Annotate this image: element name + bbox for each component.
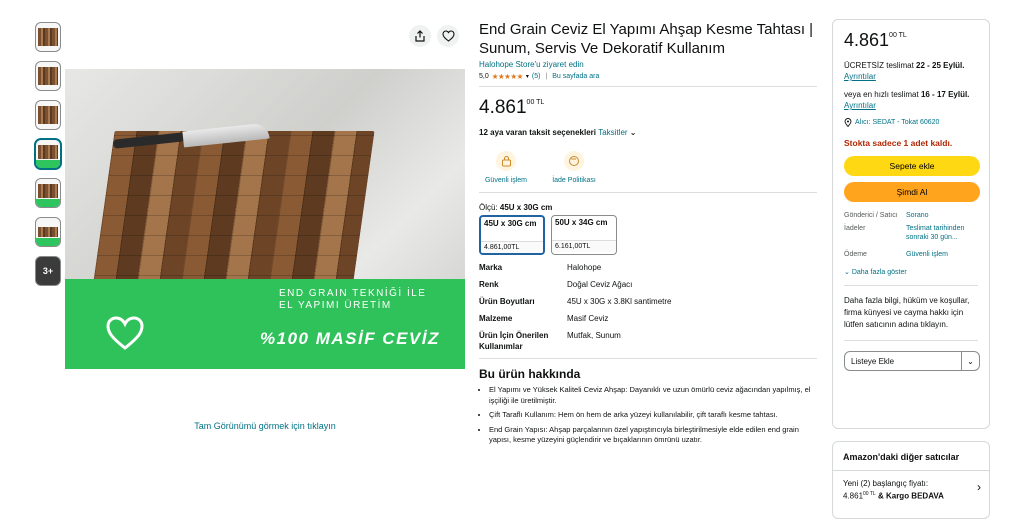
other-sellers-title: Amazon'daki diğer satıcılar (833, 442, 989, 471)
divider (479, 86, 817, 87)
more-images-button[interactable]: 3+ (35, 256, 61, 286)
spec-table: Marka Halohope Renk Doğal Ceviz Ağacı Ürün… (479, 262, 817, 352)
thumbnail[interactable] (35, 178, 61, 208)
chevron-down-icon: ⌄ (961, 352, 979, 370)
installments: 12 aya varan taksit seçenekleri Taksitle… (479, 128, 817, 137)
seller-link[interactable]: Sorano (906, 211, 976, 220)
search-page-link[interactable]: Bu sayfada ara (552, 73, 599, 80)
chevron-down-icon[interactable]: ⌄ (630, 128, 637, 137)
info-row: Ödeme Güvenli işlem (844, 250, 978, 259)
payment-link[interactable]: Güvenli işlem (906, 250, 976, 259)
legal-info: Daha fazla bilgi, hüküm ve koşullar, fir… (844, 296, 970, 329)
divider (479, 192, 817, 193)
list-item: End Grain Yapısı: Ahşap parçalarının öze… (489, 425, 817, 446)
size-option[interactable]: 45U x 30G cm 4.861,00TL (479, 215, 545, 255)
returns-link[interactable]: Teslimat tarihinden sonraki 30 gün... (906, 224, 976, 242)
installments-text: 12 aya varan taksit seçenekleri (479, 128, 596, 137)
spec-row: Ürün Boyutları 45U x 30G x 3.8Kl santimet… (479, 297, 672, 306)
show-more-link[interactable]: ⌄ Daha fazla göster (844, 268, 978, 276)
price-whole: 4.861 (479, 97, 527, 118)
info-row: Gönderici / Satıcı Sorano (844, 211, 978, 220)
delivery-location[interactable]: Alıcı: SEDAT - Tokat 60620 (844, 118, 978, 127)
trust-badges: Güvenli işlem İade Politikası (479, 151, 817, 184)
divider (844, 285, 978, 286)
badge-label: Güvenli işlem (484, 177, 527, 184)
size-option-name: 45U x 30G cm (484, 219, 537, 228)
size-option-name: 50U x 34G cm (555, 218, 608, 227)
full-view-link[interactable]: Tam Görünümü görmek için tıklayın (65, 421, 465, 431)
thumbnail[interactable] (35, 61, 61, 91)
promo-headline: %100 MASİF CEVİZ (260, 329, 440, 348)
about-title: Bu ürün hakkında (479, 367, 581, 381)
review-count-link[interactable]: (5) (532, 73, 541, 80)
chevron-right-icon: › (977, 480, 981, 494)
thumbnail[interactable] (35, 22, 61, 52)
size-option-price: 4.861,00TL (481, 241, 543, 253)
divider (844, 340, 978, 341)
promo-line-1: END GRAIN TEKNİĞİ İLE (279, 288, 427, 299)
star-rating-icon[interactable]: ★★★★★ (492, 72, 524, 81)
divider (479, 358, 817, 359)
list-item: El Yapımı ve Yüksek Kaliteli Ceviz Ahşap… (489, 385, 817, 406)
buybox-price: 4.861 00 TL (844, 30, 907, 50)
product-title: End Grain Ceviz El Yapımı Ahşap Kesme Ta… (479, 21, 814, 57)
separator: | (545, 73, 548, 80)
share-button[interactable] (409, 25, 431, 47)
add-to-cart-button[interactable]: Sepete ekle (844, 156, 980, 176)
chevron-down-icon[interactable]: ▾ (526, 73, 529, 80)
heart-outline-icon (106, 316, 144, 350)
chevron-down-icon: ⌄ (844, 269, 850, 276)
installments-link[interactable]: Taksitler (598, 128, 627, 137)
add-to-list-dropdown[interactable]: Listeye Ekle ⌄ (844, 351, 980, 371)
price: 4.861 00 TL (479, 97, 817, 119)
like-button[interactable] (437, 25, 459, 47)
spec-row: Renk Doğal Ceviz Ağacı (479, 280, 633, 289)
heart-icon (441, 30, 455, 42)
thumbnail-strip: 3+ (35, 22, 61, 295)
return-icon (564, 151, 584, 171)
size-option[interactable]: 50U x 34G cm 6.161,00TL (551, 215, 617, 255)
share-icon (415, 30, 425, 42)
list-item: Çift Taraflı Kullanım: Hem ön hem de ark… (489, 410, 817, 421)
cutting-board-image (91, 131, 375, 296)
spec-row: Ürün İçin Önerilen Kullanımlar Mutfak, Su… (479, 331, 621, 351)
spec-row: Malzeme Masif Ceviz (479, 314, 609, 323)
free-delivery-info: ÜCRETSİZ teslimat 22 - 25 Eylül. Ayrıntı… (844, 61, 965, 81)
buy-now-button[interactable]: Şimdi Al (844, 182, 980, 202)
promo-banner: END GRAIN TEKNİĞİ İLE EL YAPIMI ÜRETİM %… (65, 279, 465, 369)
secure-transaction-badge[interactable]: Güvenli işlem (479, 151, 533, 184)
promo-line-2: EL YAPIMI ÜRETİM (279, 300, 392, 311)
stock-warning: Stokta sadece 1 adet kaldı. (844, 138, 953, 148)
buy-box: 4.861 00 TL ÜCRETSİZ teslimat 22 - 25 Eyl… (832, 19, 990, 429)
size-selector-label: Ölçü: 45U x 30G cm (479, 203, 553, 212)
info-row: İadeler Teslimat tarihinden sonraki 30 gü… (844, 224, 978, 242)
product-details: End Grain Ceviz El Yapımı Ahşap Kesme Ta… (479, 20, 817, 450)
details-link[interactable]: Ayrıntılar (844, 72, 876, 81)
other-sellers-offer[interactable]: Yeni (2) başlangıç fiyatı: 4.86100 TL & … (833, 471, 989, 509)
seller-info: Gönderici / Satıcı Sorano İadeler Teslimat… (844, 211, 978, 259)
thumbnail[interactable] (35, 139, 61, 169)
location-pin-icon (844, 118, 852, 127)
price-fraction: 00 TL (526, 99, 545, 106)
rating-row: 5,0 ★★★★★ ▾ (5) | Bu sayfada ara (479, 72, 817, 81)
thumbnail[interactable] (35, 100, 61, 130)
thumbnail[interactable] (35, 217, 61, 247)
rating-value: 5,0 (479, 73, 489, 80)
lock-icon (496, 151, 516, 171)
spec-row: Marka Halohope (479, 263, 602, 272)
details-link[interactable]: Ayrıntılar (844, 101, 876, 110)
badge-label: İade Politikası (552, 177, 596, 184)
store-link[interactable]: Halohope Store'u ziyaret edin (479, 60, 584, 69)
size-options: 45U x 30G cm 4.861,00TL 50U x 34G cm 6.1… (479, 215, 817, 255)
other-sellers-box[interactable]: Amazon'daki diğer satıcılar Yeni (2) baş… (832, 441, 990, 519)
main-product-image[interactable]: END GRAIN TEKNİĞİ İLE EL YAPIMI ÜRETİM %… (65, 69, 465, 369)
selected-size: 45U x 30G cm (499, 203, 553, 212)
feature-bullets: El Yapımı ve Yüksek Kaliteli Ceviz Ahşap… (479, 385, 817, 446)
return-policy-badge[interactable]: İade Politikası (547, 151, 601, 184)
fast-delivery-info: veya en hızlı teslimat 16 - 17 Eylül. Ay… (844, 90, 970, 110)
size-option-price: 6.161,00TL (552, 240, 616, 252)
